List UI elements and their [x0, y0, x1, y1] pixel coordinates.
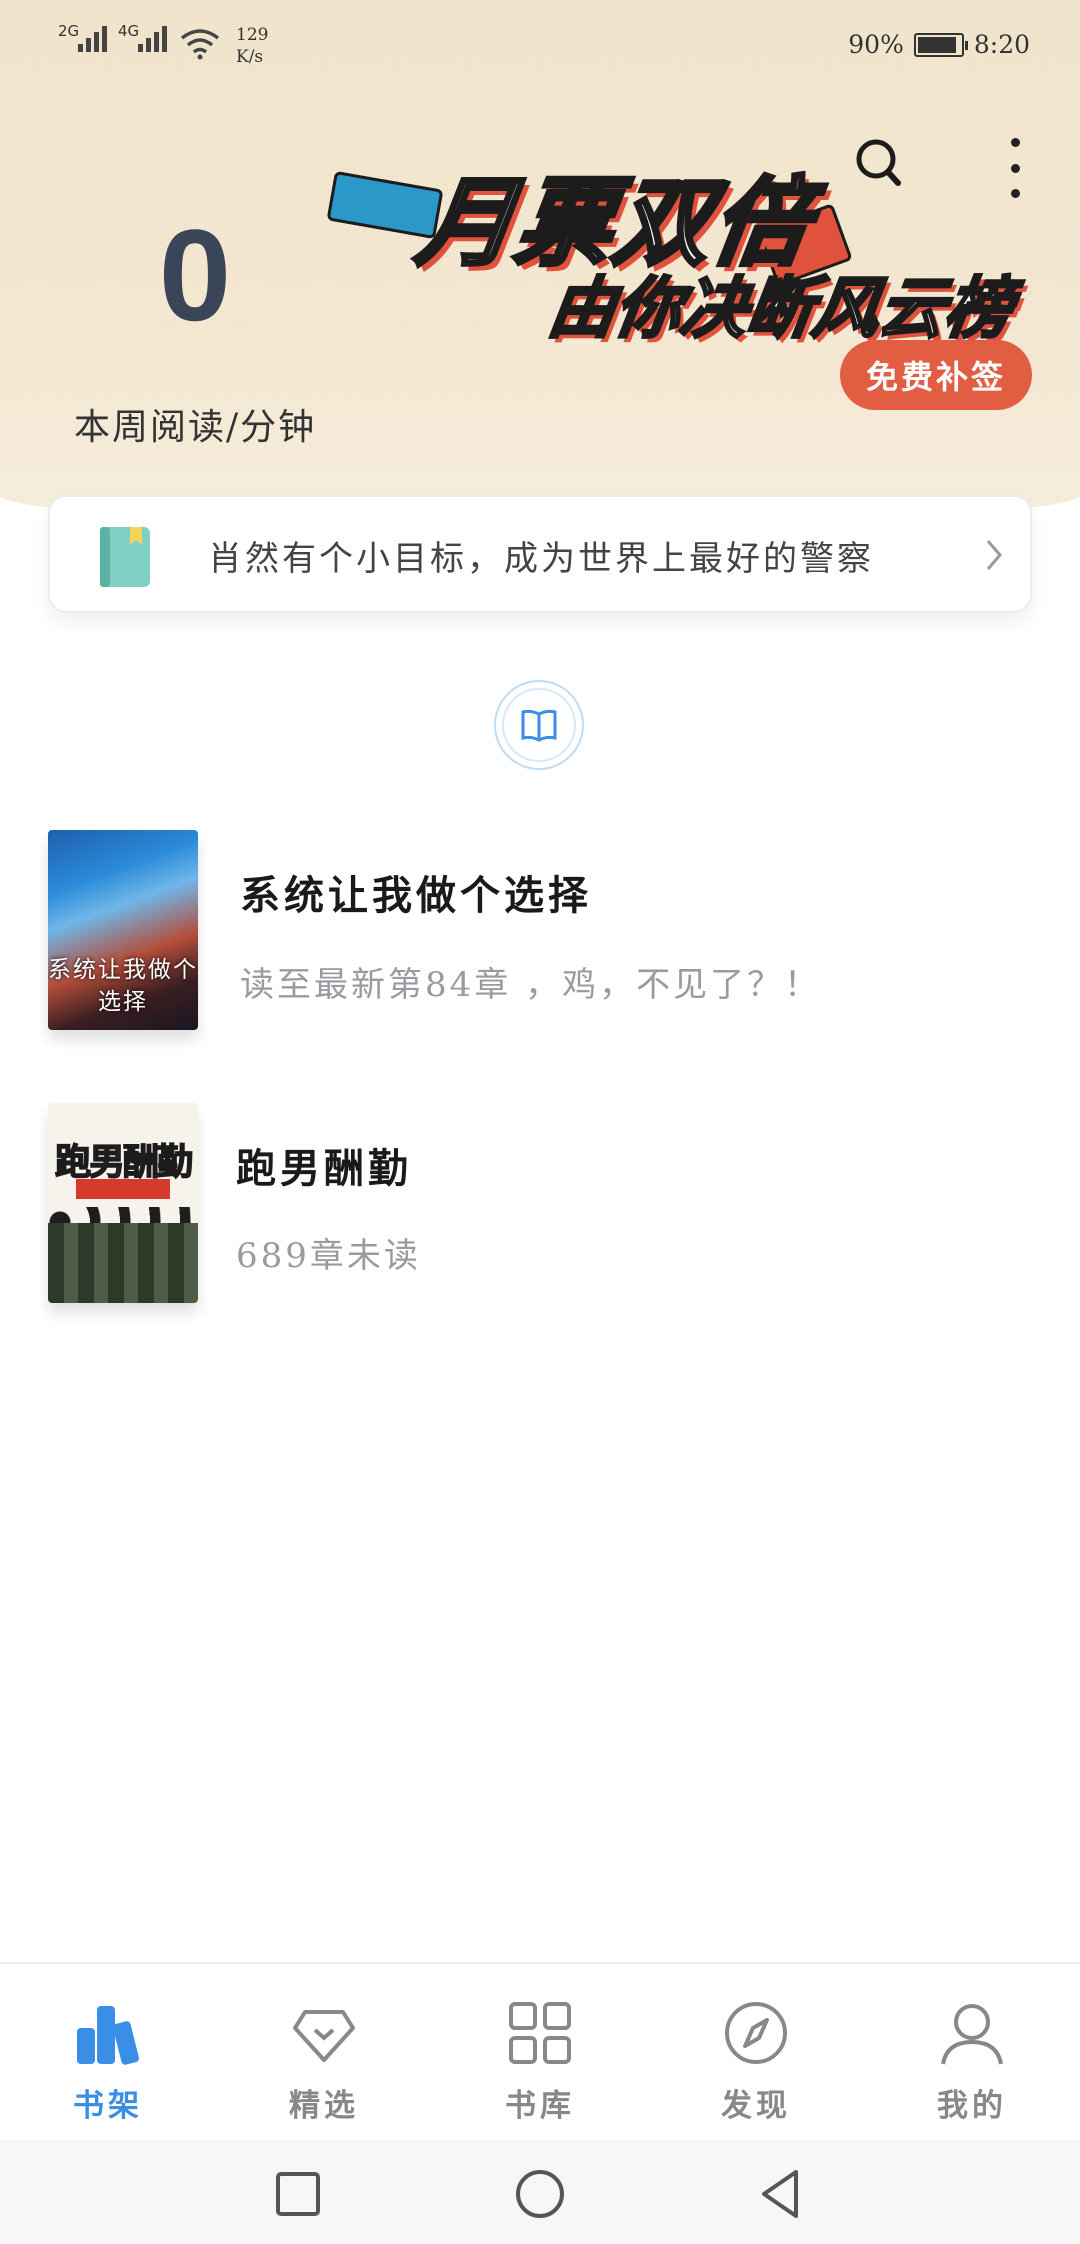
status-bar: 2G 4G 129 K/s 90% 8:20: [0, 0, 1080, 90]
reading-goal-card[interactable]: 肖然有个小目标，成为世界上最好的警察: [48, 495, 1032, 613]
cover-title: 系统让我做个选择: [48, 957, 198, 1015]
book-item[interactable]: 跑男酬勤 跑男酬勤 689章未读: [48, 1103, 1032, 1303]
weekly-reading-label: 本周阅读/分钟: [74, 407, 317, 448]
battery-icon: [913, 32, 968, 57]
book-progress: 689章未读: [236, 1236, 421, 1276]
weekly-reading-minutes: 0: [158, 202, 232, 348]
free-sign-in-button[interactable]: 免费补签: [840, 340, 1032, 410]
compass-icon: [725, 2002, 787, 2064]
book-cover[interactable]: 系统让我做个选择: [48, 830, 198, 1030]
book-title: 系统让我做个选择: [240, 872, 592, 919]
nav-library[interactable]: 书库: [432, 1964, 648, 2140]
recent-apps-icon[interactable]: [270, 2166, 326, 2222]
user-icon: [941, 2004, 1003, 2065]
nav-discover[interactable]: 发现: [648, 1964, 864, 2140]
signal-4g-icon: 4G: [118, 22, 167, 52]
wifi-icon: [180, 29, 220, 60]
home-icon[interactable]: [512, 2166, 568, 2222]
nav-bookshelf[interactable]: 书架: [0, 1964, 216, 2140]
book-progress: 读至最新第84章 ，鸡，不见了？！: [240, 965, 822, 1005]
search-icon[interactable]: [850, 135, 910, 195]
diamond-icon: [293, 2010, 355, 2062]
book-item[interactable]: 系统让我做个选择 系统让我做个选择 读至最新第84章 ，鸡，不见了？！: [48, 830, 1032, 1030]
open-book-icon[interactable]: [494, 680, 584, 770]
nav-profile[interactable]: 我的: [864, 1964, 1080, 2140]
book-cover[interactable]: 跑男酬勤: [48, 1103, 198, 1303]
banner-subheadline: 由你决断风云榜: [542, 269, 1018, 349]
clock: 8:20: [973, 30, 1030, 59]
book-bookmark-icon: [100, 527, 150, 587]
cover-title: 跑男酬勤: [54, 1141, 194, 1184]
grid-icon: [509, 2002, 571, 2064]
more-vertical-icon[interactable]: [1000, 138, 1030, 198]
nav-featured[interactable]: 精选: [216, 1964, 432, 2140]
back-icon[interactable]: [752, 2166, 808, 2222]
bottom-navigation: 书架 精选 书库 发现 我的: [0, 1962, 1080, 2140]
reading-goal-text: 肖然有个小目标，成为世界上最好的警察: [208, 539, 874, 579]
signal-2g-icon: 2G: [58, 22, 107, 52]
promo-banner[interactable]: 月票双倍 由你决断风云榜: [326, 125, 1060, 355]
bookshelf-icon: [77, 2006, 139, 2065]
battery-percent: 90%: [848, 30, 904, 59]
system-navigation-bar: [0, 2140, 1080, 2244]
network-speed: 129 K/s: [236, 25, 269, 67]
book-title: 跑男酬勤: [236, 1145, 412, 1192]
chevron-right-icon: [986, 540, 1002, 570]
